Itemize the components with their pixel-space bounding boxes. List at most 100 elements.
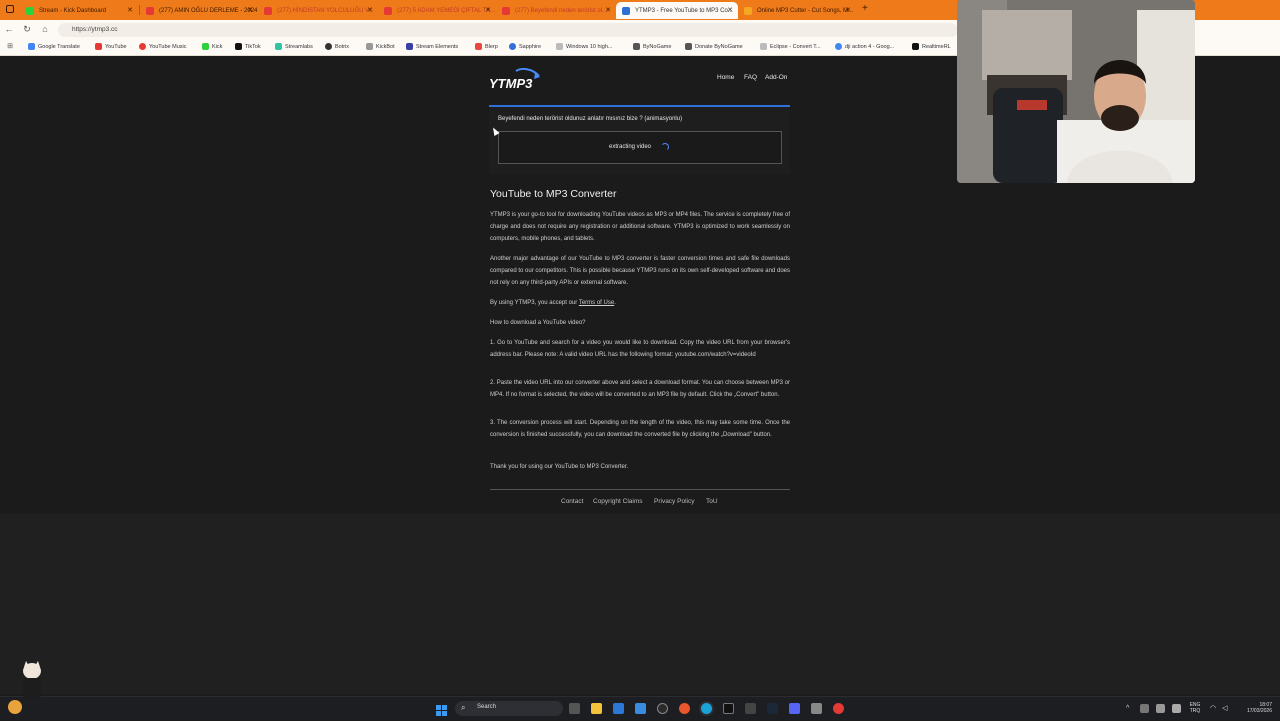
tab-label: Stream - Kick Dashboard (39, 7, 107, 14)
bookmark-eclipse[interactable]: Eclipse - Convert T... (760, 43, 821, 50)
tab-mp3-cutter[interactable]: Online MP3 Cutter - Cut Songs, M... ✕ (738, 2, 856, 19)
close-icon[interactable]: ✕ (485, 6, 491, 14)
bookmark-label: YouTube (105, 43, 127, 50)
store-icon[interactable] (613, 703, 624, 714)
weather-icon[interactable] (8, 700, 22, 714)
terms-paragraph: By using YTMP3, you accept our Terms of … (490, 297, 790, 309)
apps-icon[interactable]: ⊞ (4, 42, 16, 50)
tab-label: Online MP3 Cutter - Cut Songs, M... (757, 7, 854, 14)
reload-icon[interactable]: ↻ (21, 24, 33, 35)
bookmark-botrix[interactable]: Botrix (325, 43, 349, 50)
firefox-icon[interactable] (679, 703, 690, 714)
bookmark-google-translate[interactable]: Google Translate (28, 43, 80, 50)
bookmark-label: Donate ByNoGame (695, 43, 743, 50)
step-2: 2. Paste the video URL into our converte… (490, 380, 790, 398)
tab-ytmp3[interactable]: YTMP3 - Free YouTube to MP3 Co... ✕ (616, 2, 738, 19)
search-label: Search (477, 704, 497, 710)
loading-spinner-icon (661, 143, 669, 151)
footer-copyright-link[interactable]: Copyright Claims (593, 498, 643, 505)
ytmp3-logo[interactable]: YTMP3 (489, 68, 543, 92)
bookmark-sapphire[interactable]: Sapphire (509, 43, 541, 50)
region-code: TRQ (1189, 708, 1201, 714)
bookmark-tiktok[interactable]: TikTok (235, 43, 261, 50)
close-icon[interactable]: ✕ (367, 6, 373, 14)
bookmark-kickbot[interactable]: KickBot (366, 43, 395, 50)
bookmark-youtube-music[interactable]: YouTube Music (139, 43, 187, 50)
back-icon[interactable]: ← (3, 24, 15, 34)
bookmark-label: ByNoGame (643, 43, 672, 50)
bookmark-label: RealtimeRL (922, 43, 951, 50)
close-icon[interactable]: ✕ (127, 6, 133, 14)
google-icon (835, 43, 842, 50)
cat-mascot-icon (14, 661, 50, 699)
tab-menu-icon[interactable] (6, 5, 14, 13)
streamlabs-icon (275, 43, 282, 50)
taskbar-search[interactable]: ⌕ Search (455, 701, 563, 716)
bookmark-youtube[interactable]: YouTube (95, 43, 127, 50)
close-icon[interactable]: ✕ (605, 6, 611, 14)
close-icon[interactable]: ✕ (727, 6, 733, 14)
bookmark-streamlabs[interactable]: Streamlabs (275, 43, 313, 50)
address-bar[interactable]: https://ytmp3.cc (58, 23, 958, 37)
new-tab-button[interactable]: + (862, 3, 868, 14)
bookmark-label: Windows 10 high... (566, 43, 613, 50)
taskbar: ⌕ Search ^ ENG TRQ ◠ ◁ 18:07 17/03/2026 (0, 661, 1280, 720)
app-icon-2[interactable] (811, 703, 822, 714)
blerp-icon (475, 43, 482, 50)
chevron-up-icon[interactable]: ^ (1126, 705, 1129, 712)
app-icon[interactable] (635, 703, 646, 714)
nav-addon-link[interactable]: Add-On (765, 74, 787, 81)
tab-youtube-4[interactable]: (277) Beyefendi neden terörist ol... ✕ (496, 2, 616, 19)
tab-youtube-2[interactable]: (277) HİNDİSTAN YOLCULUĞU V... ✕ (258, 2, 378, 19)
bookmark-bynogame[interactable]: ByNoGame (633, 43, 671, 50)
tiktok-icon (235, 43, 242, 50)
tab-kick-dashboard[interactable]: Stream - Kick Dashboard ✕ (20, 2, 138, 19)
step-1: 1. Go to YouTube and search for a video … (490, 340, 790, 358)
youtube-icon (384, 6, 392, 15)
steam-icon[interactable] (767, 703, 778, 714)
bookmark-label: Streamlabs (285, 43, 313, 50)
volume-icon[interactable]: ◁ (1222, 704, 1227, 712)
nav-home-link[interactable]: Home (717, 74, 734, 81)
tray-icon[interactable] (1140, 704, 1149, 713)
wifi-icon[interactable]: ◠ (1210, 704, 1216, 712)
tray-icon[interactable] (1172, 704, 1181, 713)
footer-tou-link[interactable]: ToU (706, 498, 718, 505)
calculator-icon[interactable] (745, 703, 756, 714)
step-3: 3. The conversion process will start. De… (490, 420, 790, 438)
recorder-icon[interactable] (833, 703, 844, 714)
discord-icon[interactable] (789, 703, 800, 714)
bookmark-kick[interactable]: Kick (202, 43, 222, 50)
tab-youtube-3[interactable]: (277) 5 ADAM YEMEĞİ ÇİFTAL TA... ✕ (378, 2, 496, 19)
close-icon[interactable]: ✕ (247, 6, 253, 14)
close-icon[interactable]: ✕ (845, 6, 851, 14)
tab-youtube-1[interactable]: (277) AMIN OĞLU DERLEME - 2024 ✕ (140, 2, 258, 19)
status-text: extracting video (609, 144, 652, 150)
obs-icon[interactable] (657, 703, 668, 714)
tab-label: (277) HİNDİSTAN YOLCULUĞU V... (277, 7, 374, 14)
bookmark-stream-elements[interactable]: Stream Elements (406, 43, 458, 50)
footer-privacy-link[interactable]: Privacy Policy (654, 498, 694, 505)
bookmark-dji-action[interactable]: dji action 4 - Goog... (835, 43, 894, 50)
nav-faq-link[interactable]: FAQ (744, 74, 757, 81)
bookmark-blerp[interactable]: Blerp (475, 43, 498, 50)
bookmark-label: Blerp (485, 43, 498, 50)
bookmark-windows10[interactable]: Windows 10 high... (556, 43, 612, 50)
capcut-icon[interactable] (723, 703, 734, 714)
windows-start-icon[interactable] (436, 703, 447, 716)
footer-contact-link[interactable]: Contact (561, 498, 583, 505)
task-view-icon[interactable] (569, 703, 580, 714)
language-indicator[interactable]: ENG TRQ (1186, 702, 1204, 714)
edge-icon[interactable] (701, 703, 712, 714)
kick-icon (26, 6, 34, 15)
file-explorer-icon[interactable] (591, 703, 602, 714)
terms-of-use-link[interactable]: Terms of Use (579, 300, 614, 306)
advantage-paragraph: Another major advantage of our YouTube t… (490, 256, 790, 286)
tray-icon[interactable] (1156, 704, 1165, 713)
home-icon[interactable]: ⌂ (39, 24, 51, 34)
tab-label: (277) AMIN OĞLU DERLEME - 2024 (159, 7, 258, 14)
bookmark-realtimerl[interactable]: RealtimeRL (912, 43, 951, 50)
clock[interactable]: 18:07 17/03/2026 (1236, 702, 1272, 714)
youtube-icon (146, 6, 154, 15)
bookmark-donate-bynogame[interactable]: Donate ByNoGame (685, 43, 743, 50)
